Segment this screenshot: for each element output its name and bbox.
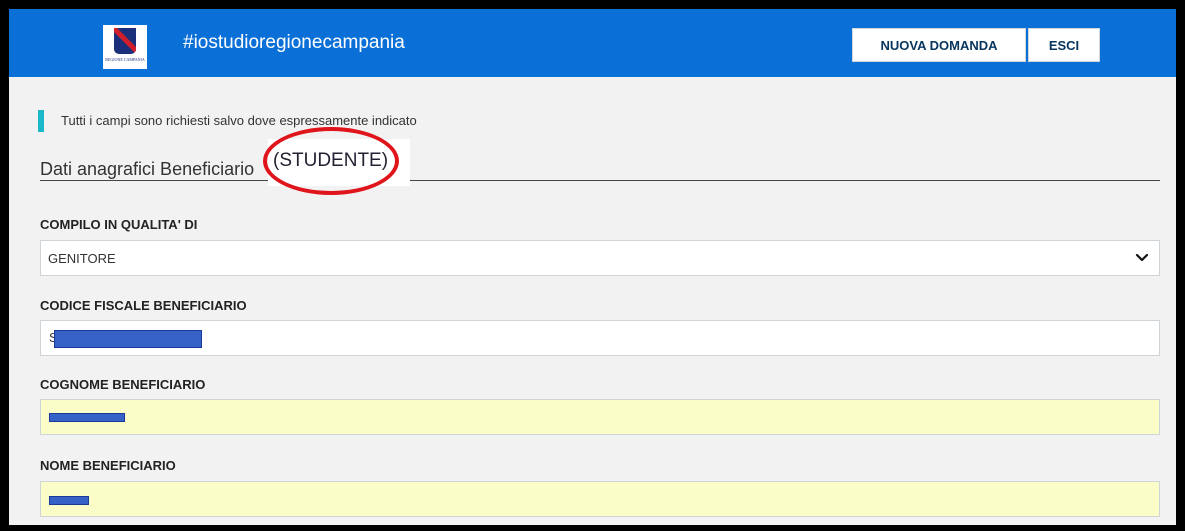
section-divider [40, 180, 1160, 181]
required-fields-notice: Tutti i campi sono richiesti salvo dove … [61, 113, 417, 128]
notice-accent-bar [38, 110, 44, 132]
annotation-circle [263, 127, 399, 195]
page-frame: REGIONE CAMPANIA #iostudioregionecampani… [9, 9, 1176, 525]
role-select-value: GENITORE [48, 251, 116, 266]
chevron-down-icon [1135, 253, 1149, 262]
new-request-button[interactable]: NUOVA DOMANDA [852, 28, 1026, 62]
redaction-block [49, 413, 125, 422]
name-field[interactable] [40, 481, 1160, 517]
logo-text: REGIONE CAMPANIA [105, 57, 145, 62]
coat-of-arms-icon [114, 28, 136, 54]
role-label: COMPILO IN QUALITA' DI [40, 217, 198, 232]
regione-campania-logo[interactable]: REGIONE CAMPANIA [103, 25, 147, 69]
redaction-block [49, 496, 89, 505]
tax-code-label: CODICE FISCALE BENEFICIARIO [40, 298, 247, 313]
tax-code-field[interactable]: S [40, 320, 1160, 356]
redaction-block [54, 330, 202, 348]
role-select[interactable]: GENITORE [40, 240, 1160, 276]
surname-field[interactable] [40, 399, 1160, 435]
top-header: REGIONE CAMPANIA #iostudioregionecampani… [9, 9, 1176, 77]
site-title[interactable]: #iostudioregionecampania [183, 9, 405, 77]
name-label: NOME BENEFICIARIO [40, 458, 176, 473]
exit-button[interactable]: ESCI [1028, 28, 1100, 62]
section-title: Dati anagrafici Beneficiario [40, 159, 255, 179]
surname-label: COGNOME BENEFICIARIO [40, 377, 206, 392]
